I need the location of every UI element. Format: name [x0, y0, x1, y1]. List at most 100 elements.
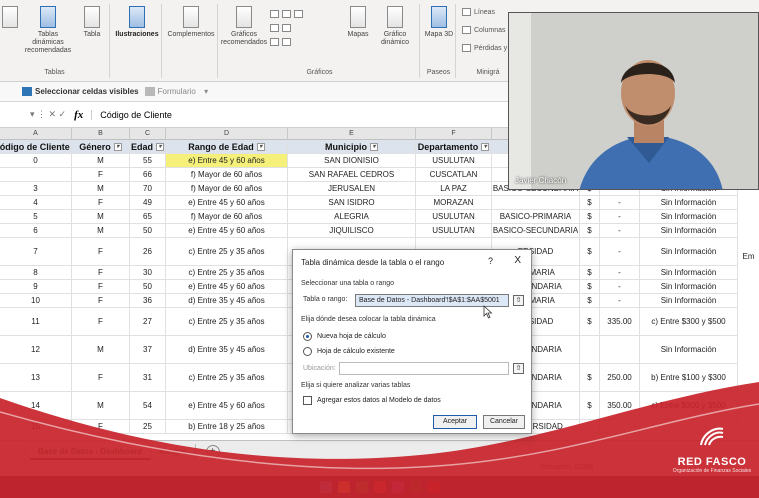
- cell-a[interactable]: 3: [0, 182, 72, 196]
- col-header-f[interactable]: F: [416, 128, 492, 140]
- sparkline-lines[interactable]: Líneas: [462, 8, 495, 16]
- col-header-b[interactable]: B: [72, 128, 130, 140]
- cell-d[interactable]: e) Entre 45 y 60 años: [166, 280, 288, 294]
- cell-i[interactable]: -: [600, 266, 640, 280]
- map3d-button[interactable]: Mapa 3D: [424, 6, 454, 39]
- cell-e[interactable]: SAN ISIDRO: [288, 196, 416, 210]
- form-button[interactable]: Formulario ▾: [144, 87, 208, 97]
- cell-f[interactable]: MORAZAN: [416, 196, 492, 210]
- cell-b[interactable]: M: [72, 182, 130, 196]
- collapse-dialog-icon[interactable]: ⇧: [513, 295, 524, 306]
- taskbar-app-icon[interactable]: [373, 481, 386, 493]
- col-header-e[interactable]: E: [288, 128, 416, 140]
- cell-d[interactable]: c) Entre 25 y 35 años: [166, 364, 288, 392]
- taskbar-app-icon[interactable]: [391, 481, 404, 493]
- cell-h[interactable]: $: [580, 392, 600, 420]
- cell-c[interactable]: 27: [130, 308, 166, 336]
- cell-b[interactable]: M: [72, 154, 130, 168]
- taskbar-app-icon[interactable]: [337, 481, 350, 493]
- cell-j[interactable]: Sin Información: [640, 280, 738, 294]
- pivot-button[interactable]: [2, 6, 18, 31]
- cell-c[interactable]: 37: [130, 336, 166, 364]
- cell-b[interactable]: M: [72, 392, 130, 420]
- cell-e[interactable]: JIQUILISCO: [288, 224, 416, 238]
- cell-j[interactable]: c) Entre $300 y $500: [640, 308, 738, 336]
- cell-i[interactable]: -: [600, 294, 640, 308]
- cell-c[interactable]: 65: [130, 210, 166, 224]
- select-visible-cells[interactable]: Seleccionar celdas visibles: [22, 87, 139, 97]
- cell-a[interactable]: [0, 168, 72, 182]
- cell-h[interactable]: $: [580, 266, 600, 280]
- radio-existing-sheet[interactable]: [303, 347, 312, 356]
- namebox-dropdown-icon[interactable]: ▾ ⋮ ✕ ✓: [30, 109, 66, 120]
- collapse-dialog-icon[interactable]: ⇧: [513, 363, 524, 374]
- cell-h[interactable]: [580, 336, 600, 364]
- col-header-c[interactable]: C: [130, 128, 166, 140]
- cell-h[interactable]: [580, 420, 600, 434]
- cell-e[interactable]: SAN DIONISIO: [288, 154, 416, 168]
- cell-a[interactable]: 13: [0, 364, 72, 392]
- function-icon[interactable]: fx: [74, 109, 83, 121]
- close-icon[interactable]: X: [514, 255, 521, 266]
- cell-h[interactable]: $: [580, 280, 600, 294]
- col-header-d[interactable]: D: [166, 128, 288, 140]
- header-departamento[interactable]: Departamento ▾: [416, 140, 492, 154]
- cell-i[interactable]: [600, 336, 640, 364]
- cell-d[interactable]: f) Mayor de 60 años: [166, 168, 288, 182]
- cell-h[interactable]: $: [580, 308, 600, 336]
- chart-types-row2[interactable]: [270, 24, 291, 32]
- cell-b[interactable]: M: [72, 224, 130, 238]
- recommended-pivot-button[interactable]: Tablas dinámicas recomendadas: [22, 6, 74, 55]
- cell-c[interactable]: 70: [130, 182, 166, 196]
- checkbox-data-model[interactable]: [303, 396, 312, 405]
- cell-i[interactable]: [600, 420, 640, 434]
- cell-a[interactable]: 4: [0, 196, 72, 210]
- cell-i[interactable]: -: [600, 210, 640, 224]
- cell-d[interactable]: b) Entre 18 y 25 años: [166, 420, 288, 434]
- cell-j[interactable]: Sin Información: [640, 336, 738, 364]
- cell-c[interactable]: 26: [130, 238, 166, 266]
- cell-a[interactable]: 8: [0, 266, 72, 280]
- cell-b[interactable]: F: [72, 196, 130, 210]
- ok-button[interactable]: Aceptar: [433, 415, 477, 429]
- cell-b[interactable]: F: [72, 238, 130, 266]
- cell-g[interactable]: [492, 196, 580, 210]
- cell-a[interactable]: 9: [0, 280, 72, 294]
- cell-a[interactable]: 5: [0, 210, 72, 224]
- filter-dropdown-icon[interactable]: ▾: [113, 142, 122, 151]
- cell-d[interactable]: f) Mayor de 60 años: [166, 182, 288, 196]
- taskbar-app-icon[interactable]: [427, 481, 440, 493]
- cell-c[interactable]: 55: [130, 154, 166, 168]
- cancel-button[interactable]: Cancelar: [483, 415, 525, 429]
- header-edad[interactable]: Edad ▾: [130, 140, 166, 154]
- cell-j[interactable]: Sin Información: [640, 238, 738, 266]
- cell-b[interactable]: F: [72, 266, 130, 280]
- cell-b[interactable]: F: [72, 168, 130, 182]
- cell-j[interactable]: Sin Información: [640, 294, 738, 308]
- cell-i[interactable]: -: [600, 280, 640, 294]
- cell-j[interactable]: Sin Información: [640, 224, 738, 238]
- cell-i[interactable]: 250.00: [600, 364, 640, 392]
- cell-c[interactable]: 31: [130, 364, 166, 392]
- maps-button[interactable]: Mapas: [344, 6, 372, 39]
- cell-j[interactable]: Sin Información: [640, 266, 738, 280]
- cell-c[interactable]: 50: [130, 280, 166, 294]
- cell-d[interactable]: e) Entre 45 y 60 años: [166, 392, 288, 420]
- tab-base-datos[interactable]: Base de Datos - Dashboard: [30, 443, 152, 460]
- chart-types-row1[interactable]: [270, 10, 303, 18]
- table-button[interactable]: Tabla: [78, 6, 106, 39]
- cell-i[interactable]: 335.00: [600, 308, 640, 336]
- cell-c[interactable]: 50: [130, 224, 166, 238]
- cell-i[interactable]: 350.00: [600, 392, 640, 420]
- cell-f[interactable]: USULUTAN: [416, 224, 492, 238]
- cell-e[interactable]: SAN RAFAEL CEDROS: [288, 168, 416, 182]
- cell-h[interactable]: $: [580, 196, 600, 210]
- cell-f[interactable]: LA PAZ: [416, 182, 492, 196]
- filter-dropdown-icon[interactable]: ▾: [370, 142, 378, 151]
- cell-a[interactable]: 14: [0, 392, 72, 420]
- cell-b[interactable]: M: [72, 210, 130, 224]
- cell-a[interactable]: 15: [0, 420, 72, 434]
- cell-e[interactable]: ALEGRIA: [288, 210, 416, 224]
- cell-i[interactable]: -: [600, 224, 640, 238]
- cell-g[interactable]: BASICO-SECUNDARIA: [492, 224, 580, 238]
